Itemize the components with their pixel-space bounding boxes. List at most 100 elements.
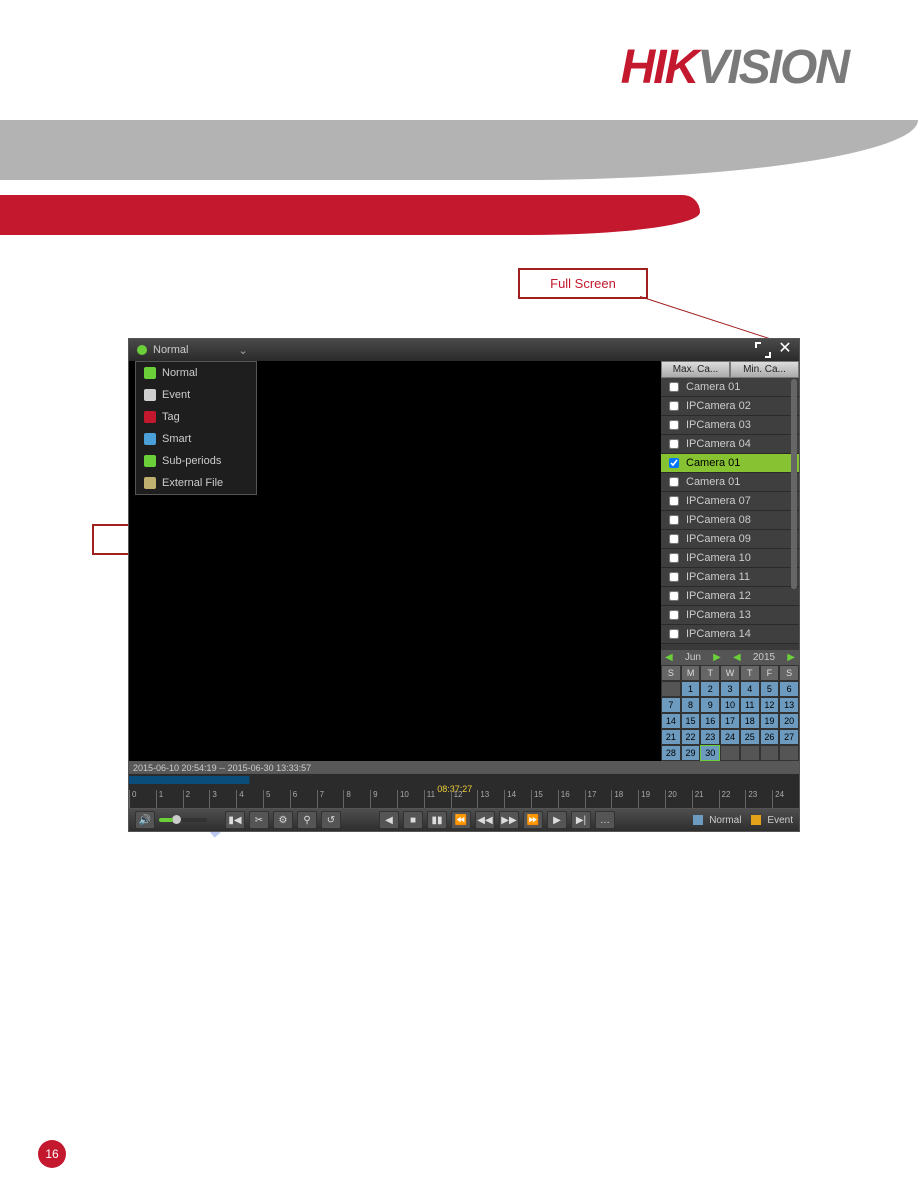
mode-item-event[interactable]: Event (136, 384, 256, 406)
camera-checkbox[interactable] (669, 591, 679, 601)
cal-day[interactable]: 10 (720, 697, 740, 713)
cal-day[interactable]: 26 (760, 729, 780, 745)
mode-item-external-file[interactable]: External File (136, 472, 256, 494)
camera-checkbox[interactable] (669, 572, 679, 582)
zoom-button[interactable]: ⚲ (297, 811, 317, 829)
cal-day[interactable]: 19 (760, 713, 780, 729)
cal-day[interactable]: 13 (779, 697, 799, 713)
camera-row[interactable]: Camera 01 (661, 454, 799, 473)
chevron-down-icon[interactable]: ⌄ (238, 344, 247, 357)
camera-checkbox[interactable] (669, 477, 679, 487)
cal-day[interactable]: 6 (779, 681, 799, 697)
calendar-grid[interactable]: SMTWTFS123456789101112131415161718192021… (661, 665, 799, 761)
more-button[interactable]: … (595, 811, 615, 829)
clip-start-button[interactable]: ▮◀ (225, 811, 245, 829)
cal-prev-year-icon[interactable]: ◀ (733, 652, 741, 663)
camera-checkbox[interactable] (669, 401, 679, 411)
cal-day[interactable]: 7 (661, 697, 681, 713)
camera-row[interactable]: IPCamera 12 (661, 587, 799, 606)
camera-row[interactable]: IPCamera 10 (661, 549, 799, 568)
cal-prev-month-icon[interactable]: ◀ (665, 652, 673, 663)
cal-day[interactable]: 29 (681, 745, 701, 761)
cal-next-year-icon[interactable]: ▶ (787, 652, 795, 663)
tab-min-camera[interactable]: Min. Ca... (730, 361, 799, 378)
cal-day[interactable]: 24 (720, 729, 740, 745)
cal-day[interactable]: 12 (760, 697, 780, 713)
stop-button[interactable]: ■ (403, 811, 423, 829)
fullscreen-icon[interactable] (755, 342, 771, 358)
playback-mode-menu[interactable]: NormalEventTagSmartSub-periodsExternal F… (135, 361, 257, 495)
playback-mode-label[interactable]: Normal (153, 344, 188, 356)
timeline[interactable]: 08:37:27 0123456789101112131415161718192… (129, 773, 799, 809)
next-frame-button[interactable]: ▶ (547, 811, 567, 829)
camera-row[interactable]: IPCamera 07 (661, 492, 799, 511)
mode-item-smart[interactable]: Smart (136, 428, 256, 450)
close-icon[interactable]: ✕ (777, 342, 793, 358)
camera-row[interactable]: IPCamera 04 (661, 435, 799, 454)
jump-end-button[interactable]: ▶| (571, 811, 591, 829)
fast-button[interactable]: ⏩ (523, 811, 543, 829)
slow-button[interactable]: ◀◀ (475, 811, 495, 829)
cal-day[interactable]: 21 (661, 729, 681, 745)
camera-checkbox[interactable] (669, 439, 679, 449)
camera-row[interactable]: IPCamera 14 (661, 625, 799, 644)
camera-checkbox[interactable] (669, 515, 679, 525)
camera-row[interactable]: IPCamera 09 (661, 530, 799, 549)
camera-checkbox[interactable] (669, 420, 679, 430)
cal-day[interactable]: 4 (740, 681, 760, 697)
cal-day[interactable]: 28 (661, 745, 681, 761)
camera-checkbox[interactable] (669, 610, 679, 620)
cal-next-month-icon[interactable]: ▶ (713, 652, 721, 663)
tab-max-camera[interactable]: Max. Ca... (661, 361, 730, 378)
cal-day[interactable]: 15 (681, 713, 701, 729)
camera-checkbox[interactable] (669, 629, 679, 639)
cal-day[interactable]: 25 (740, 729, 760, 745)
cal-day[interactable]: 5 (760, 681, 780, 697)
rewind-button[interactable]: ⏪ (451, 811, 471, 829)
camera-checkbox[interactable] (669, 496, 679, 506)
camera-row[interactable]: IPCamera 02 (661, 397, 799, 416)
brand-vision: VISION (697, 41, 848, 94)
camera-row[interactable]: Camera 01 (661, 473, 799, 492)
pause-button[interactable]: ▮▮ (427, 811, 447, 829)
camera-list[interactable]: Camera 01IPCamera 02IPCamera 03IPCamera … (661, 378, 799, 650)
forward-button[interactable]: ▶▶ (499, 811, 519, 829)
cal-day[interactable]: 1 (681, 681, 701, 697)
volume-slider[interactable] (159, 818, 207, 822)
volume-icon[interactable]: 🔊 (135, 811, 155, 829)
camera-row[interactable]: IPCamera 11 (661, 568, 799, 587)
camera-row[interactable]: Camera 01 (661, 378, 799, 397)
camera-checkbox[interactable] (669, 553, 679, 563)
cal-day[interactable]: 23 (700, 729, 720, 745)
mode-item-sub-periods[interactable]: Sub-periods (136, 450, 256, 472)
camera-panel: Max. Ca... Min. Ca... Camera 01IPCamera … (660, 361, 799, 761)
cal-day[interactable]: 20 (779, 713, 799, 729)
cal-day[interactable]: 22 (681, 729, 701, 745)
cal-day[interactable]: 27 (779, 729, 799, 745)
cal-day[interactable]: 30 (700, 745, 720, 761)
cal-day[interactable]: 11 (740, 697, 760, 713)
cal-day[interactable]: 17 (720, 713, 740, 729)
legend-normal-label: Normal (709, 815, 741, 826)
camera-row[interactable]: IPCamera 08 (661, 511, 799, 530)
scrollbar[interactable] (791, 379, 797, 589)
camera-row[interactable]: IPCamera 03 (661, 416, 799, 435)
prev-frame-button[interactable]: ◀ (379, 811, 399, 829)
cal-day[interactable]: 8 (681, 697, 701, 713)
camera-checkbox[interactable] (669, 458, 679, 468)
mode-item-normal[interactable]: Normal (136, 362, 256, 384)
cal-day[interactable]: 2 (700, 681, 720, 697)
settings-button[interactable]: ⚙ (273, 811, 293, 829)
camera-row[interactable]: IPCamera 13 (661, 606, 799, 625)
cal-day[interactable]: 16 (700, 713, 720, 729)
mode-item-tag[interactable]: Tag (136, 406, 256, 428)
reset-button[interactable]: ↺ (321, 811, 341, 829)
camera-checkbox[interactable] (669, 534, 679, 544)
clip-button[interactable]: ✂ (249, 811, 269, 829)
cal-day[interactable]: 18 (740, 713, 760, 729)
cal-day[interactable]: 9 (700, 697, 720, 713)
cal-day[interactable]: 3 (720, 681, 740, 697)
camera-checkbox[interactable] (669, 382, 679, 392)
playback-control-bar: 🔊 ▮◀ ✂ ⚙ ⚲ ↺ ◀ ■ ▮▮ ⏪ ◀◀ ▶▶ ⏩ ▶ ▶| … Nor… (129, 809, 799, 831)
cal-day[interactable]: 14 (661, 713, 681, 729)
